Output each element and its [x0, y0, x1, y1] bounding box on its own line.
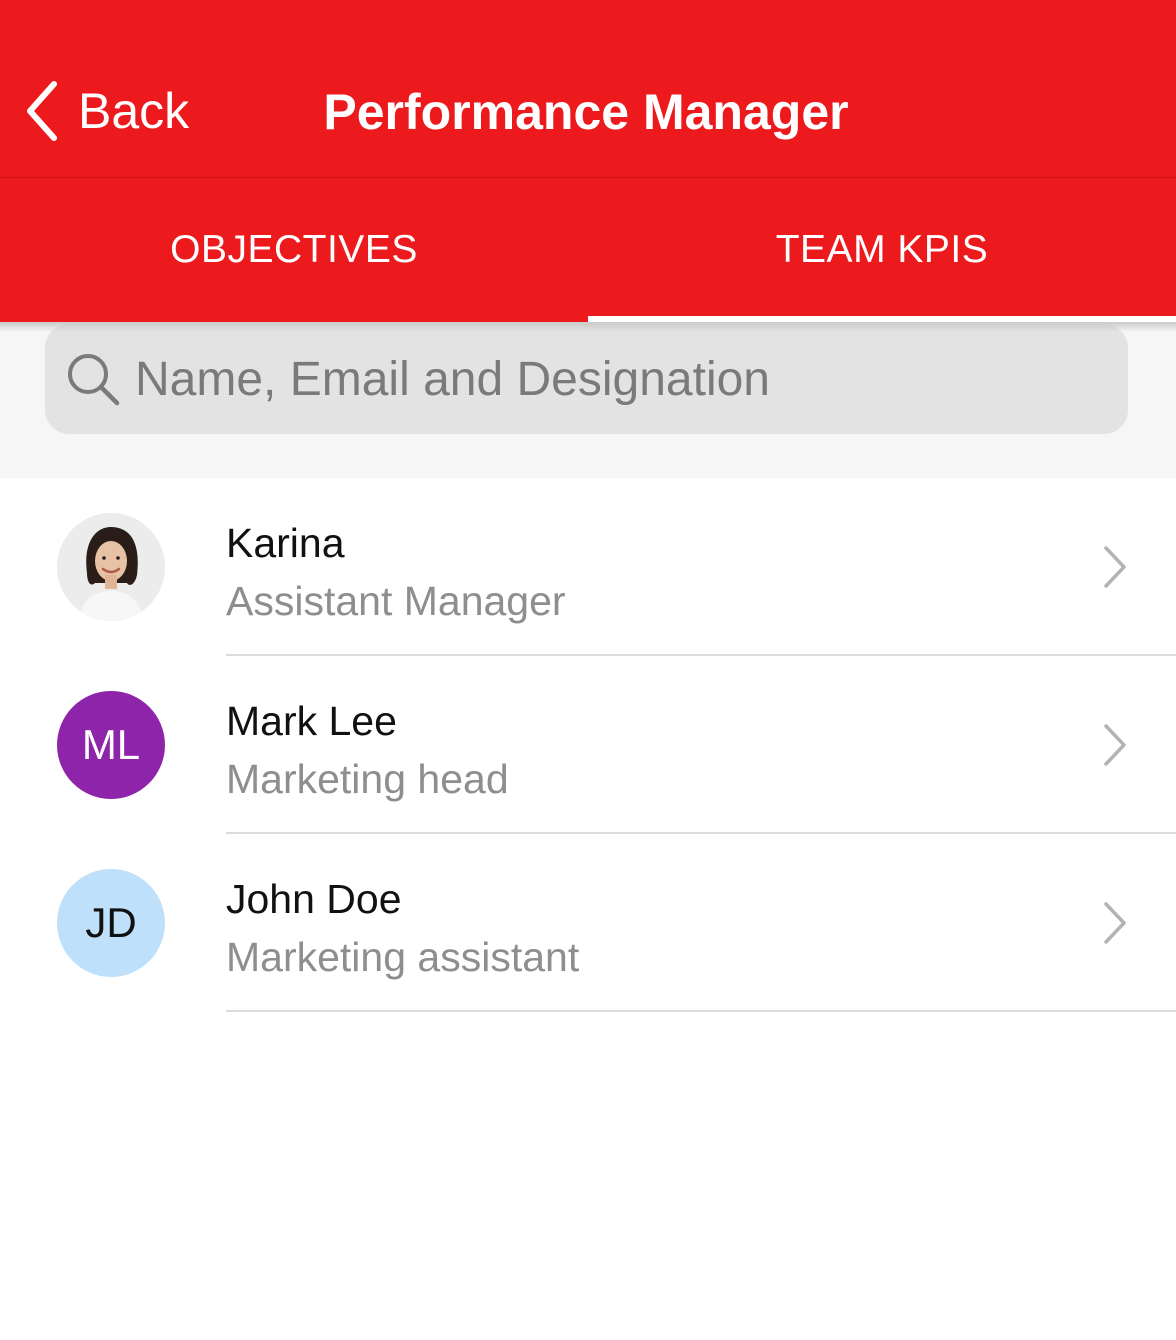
member-role: Marketing head [226, 756, 509, 802]
avatar: ML [57, 691, 165, 799]
navigation-bar: Back Performance Manager [0, 0, 1176, 178]
list-item[interactable]: Karina Assistant Manager [0, 478, 1176, 656]
tab-objectives[interactable]: OBJECTIVES [0, 178, 588, 322]
avatar-initials: ML [81, 721, 141, 768]
search-icon [68, 354, 120, 406]
page-title: Performance Manager [0, 84, 1176, 140]
chevron-right-icon [1104, 724, 1126, 766]
avatar [57, 513, 165, 621]
profile-photo-icon [57, 513, 165, 621]
chevron-right-icon [1104, 902, 1126, 944]
tab-team-kpis-label: TEAM KPIS [775, 228, 989, 271]
member-role: Marketing assistant [226, 934, 580, 980]
list-item[interactable]: JD John Doe Marketing assistant [0, 834, 1176, 1012]
page-title-text: Performance Manager [323, 84, 849, 140]
tab-bar-shadow [0, 322, 1176, 332]
member-name: Karina [226, 520, 345, 566]
team-member-list: Karina Assistant Manager ML Mark Lee Mar… [0, 478, 1176, 1012]
tab-bar: OBJECTIVES TEAM KPIS [0, 178, 1176, 322]
avatar: JD [57, 869, 165, 977]
member-name: Mark Lee [226, 698, 397, 744]
search-bar[interactable] [45, 324, 1128, 434]
list-item[interactable]: ML Mark Lee Marketing head [0, 656, 1176, 834]
member-role: Assistant Manager [226, 578, 566, 624]
divider [226, 1010, 1176, 1012]
search-input[interactable] [135, 351, 1115, 407]
tab-team-kpis[interactable]: TEAM KPIS [588, 178, 1176, 322]
member-name: John Doe [226, 876, 402, 922]
search-area [0, 322, 1176, 478]
tab-objectives-label: OBJECTIVES [170, 228, 418, 271]
chevron-right-icon [1104, 546, 1126, 588]
app-screen: Back Performance Manager OBJECTIVES TEAM… [0, 0, 1176, 1340]
avatar-initials: JD [85, 899, 137, 946]
